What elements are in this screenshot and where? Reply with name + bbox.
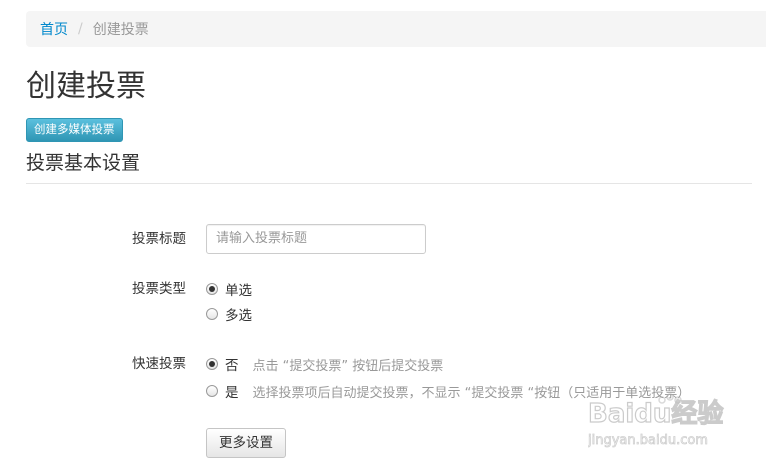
vote-type-multi-radio[interactable] (206, 308, 218, 320)
quick-vote-yes-label: 是 (225, 385, 239, 401)
quick-vote-no-hint: 点击 “提交投票” 按钮后提交投票 (252, 358, 444, 374)
breadcrumb-separator: / (78, 21, 83, 37)
vote-type-single-label: 单选 (225, 283, 252, 299)
page-title: 创建投票 (26, 69, 146, 104)
create-media-vote-button[interactable]: 创建多媒体投票 (26, 118, 123, 142)
quick-vote-no-label: 否 (225, 358, 239, 374)
section-divider (26, 183, 752, 184)
vote-type-single-radio[interactable] (206, 283, 218, 295)
vote-title-label: 投票标题 (132, 231, 186, 247)
vote-title-placeholder: 请输入投票标题 (216, 231, 308, 246)
vote-type-label: 投票类型 (132, 281, 186, 297)
breadcrumb: 首页 / 创建投票 (26, 11, 766, 47)
quick-vote-label: 快速投票 (132, 356, 186, 372)
vote-type-single-option[interactable]: 单选 (206, 279, 266, 299)
section-title: 投票基本设置 (26, 152, 141, 174)
breadcrumb-home-link[interactable]: 首页 (40, 19, 68, 39)
vote-title-input[interactable]: 请输入投票标题 (206, 224, 426, 254)
quick-vote-yes-radio[interactable] (206, 385, 218, 397)
more-settings-button[interactable]: 更多设置 (206, 428, 286, 458)
breadcrumb-current: 创建投票 (92, 22, 149, 38)
quick-vote-no-radio[interactable] (206, 358, 218, 370)
vote-type-multi-label: 多选 (225, 308, 252, 324)
watermark-brand: Baidu经验 (588, 398, 723, 429)
watermark-url: jingyan.baidu.com (588, 433, 708, 448)
vote-type-multi-option[interactable]: 多选 (206, 304, 266, 324)
quick-vote-no-option[interactable]: 否 点击 “提交投票” 按钮后提交投票 (206, 354, 443, 374)
quick-vote-yes-option[interactable]: 是 选择投票项后自动提交投票，不显示 “提交投票 “按钮（只适用于单选投票） (206, 381, 690, 401)
quick-vote-yes-hint: 选择投票项后自动提交投票，不显示 “提交投票 “按钮（只适用于单选投票） (252, 385, 691, 401)
